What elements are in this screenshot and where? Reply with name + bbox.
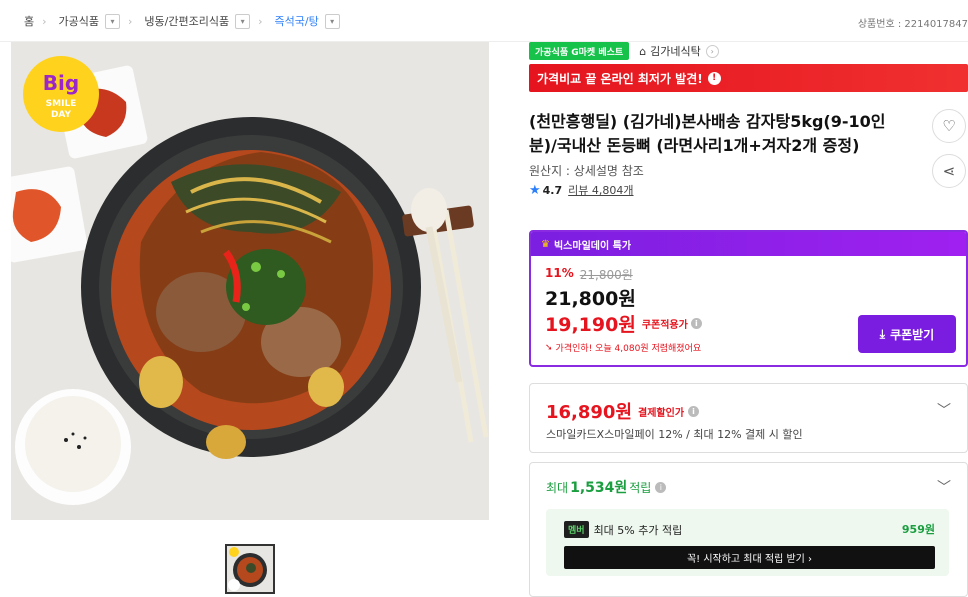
membership-row: 멤버 최대 5% 추가 적립 [564, 521, 682, 538]
gmarket-best-badge[interactable]: 가공식품 G마켓 베스트 [529, 42, 630, 60]
coupon-price-row: 19,190원 쿠폰적용가 i [545, 310, 702, 337]
big-smile-day-badge: Big SMILE DAY [23, 56, 99, 132]
chevron-down-icon[interactable]: ▾ [324, 13, 340, 29]
membership-panel: 멤버 최대 5% 추가 적립 959원 꼭! 시작하고 최대 적립 받기 › [546, 509, 949, 576]
payment-label: 결제할인가 [638, 407, 685, 419]
price-drop-text: 가격인하! 오늘 4,080원 저렴해졌어요 [555, 344, 702, 354]
store-name[interactable]: 김가네식탁 [650, 43, 701, 59]
origin-info: 원산지 : 상세설명 참조 [529, 164, 644, 178]
discount-percent: 11% [545, 266, 574, 280]
coupon-button-label: 쿠폰받기 [890, 327, 935, 342]
badge-row: 가공식품 G마켓 베스트 ⌂ 김가네식탁 › [529, 42, 719, 60]
points-prefix: 최대 [546, 480, 569, 495]
pot [81, 117, 421, 459]
home-icon: ⌂ [639, 44, 647, 58]
points-box: 최대 1,534원 적립 i ﹀ 멤버 최대 5% 추가 적립 959원 꼭! … [529, 462, 968, 597]
product-title: (천만흥행딜) (김가네)본사배송 감자탕5kg(9-10인분)/국내산 돈등뼈… [529, 112, 886, 155]
coupon-price: 19,190원 [545, 314, 636, 336]
chevron-down-icon[interactable]: ﹀ [937, 477, 951, 497]
chevron-down-icon[interactable]: ﹀ [937, 400, 951, 420]
breadcrumb-item-frozen[interactable]: 냉동/간편조리식품 ▾ › [144, 13, 274, 29]
chevron-right-icon[interactable]: › [705, 44, 719, 58]
review-count-link[interactable]: 리뷰 4,804개 [568, 182, 633, 198]
breadcrumb-item-processed-food[interactable]: 가공식품 ▾ › [59, 13, 145, 29]
rating-score: 4.7 [542, 183, 563, 197]
payment-price-row: 16,890원 결제할인가 i [546, 398, 700, 424]
sale-price: 21,800원 [545, 288, 636, 310]
price-drop-note: ➘ 가격인하! 오늘 4,080원 저렴해졌어요 [545, 341, 702, 355]
info-icon[interactable]: i [688, 405, 700, 417]
breadcrumb-separator: › [42, 14, 47, 28]
payment-price: 16,890원 [546, 402, 633, 423]
svg-text:Big: Big [43, 71, 79, 95]
original-price: 21,800원 [579, 268, 633, 282]
breadcrumb-item-instant-soup[interactable]: 즉석국/탕 ▾ [275, 13, 340, 29]
info-icon[interactable]: i [690, 318, 702, 329]
payment-description: 스마일카드X스마일페이 12% / 최대 12% 결제 시 할인 [546, 428, 803, 441]
info-icon[interactable]: i [655, 481, 667, 493]
crown-icon: ♛ [541, 238, 550, 250]
breadcrumb-item-label[interactable]: 냉동/간편조리식품 [144, 13, 229, 29]
star-icon: ★ [529, 182, 541, 198]
svg-text:SMILE: SMILE [46, 99, 77, 109]
lowest-price-banner[interactable]: 가격비교 끝 온라인 최저가 발견! ! [529, 64, 968, 92]
arrow-down-icon: ➘ [545, 342, 553, 353]
discount-row: 11% 21,800원 [545, 266, 633, 283]
breadcrumb-home[interactable]: 홈 › [24, 13, 59, 29]
breadcrumb-separator: › [258, 14, 263, 28]
thumbnail-illustration [227, 546, 273, 592]
membership-text: 최대 5% 추가 적립 [593, 523, 683, 537]
chevron-down-icon[interactable]: ▾ [235, 13, 251, 29]
points-row: 최대 1,534원 적립 i [546, 477, 667, 497]
chevron-down-icon[interactable]: ▾ [105, 13, 121, 29]
points-suffix: 적립 [629, 480, 652, 495]
lowest-price-text: 가격비교 끝 온라인 최저가 발견! [537, 71, 703, 86]
store-link[interactable]: ⌂ 김가네식탁 › [639, 43, 719, 59]
big-smile-deal-box: ♛ 빅스마일데이 특가 11% 21,800원 21,800원 19,190원 … [529, 230, 968, 367]
top-bar: 홈 › 가공식품 ▾ › 냉동/간편조리식품 ▾ › 즉석국/탕 ▾ 상품번호 : 2… [0, 0, 968, 42]
rating: ★ 4.7 리뷰 4,804개 [529, 182, 634, 198]
coupon-price-label: 쿠폰적용가 [641, 320, 688, 331]
membership-value: 959원 [901, 523, 935, 536]
thumbnail-image[interactable] [225, 544, 275, 594]
coupon-download-button[interactable]: ⤓ 쿠폰받기 [858, 315, 956, 353]
product-main-image[interactable]: Big SMILE DAY [11, 42, 489, 520]
rice-bowl [15, 389, 131, 505]
breadcrumb-item-label[interactable]: 가공식품 [59, 13, 99, 29]
info-icon[interactable]: ! [707, 71, 721, 85]
membership-tag: 멤버 [564, 521, 589, 538]
breadcrumb-item-label[interactable]: 즉석국/탕 [275, 13, 319, 29]
membership-start-button[interactable]: 꼭! 시작하고 최대 적립 받기 › [564, 546, 935, 569]
deal-header-label: 빅스마일데이 특가 [553, 240, 632, 252]
breadcrumb-home-label[interactable]: 홈 [24, 13, 34, 29]
breadcrumb-separator: › [128, 14, 133, 28]
payment-discount-box[interactable]: 16,890원 결제할인가 i 스마일카드X스마일페이 12% / 최대 12%… [529, 383, 968, 453]
breadcrumb: 홈 › 가공식품 ▾ › 냉동/간편조리식품 ▾ › 즉석국/탕 ▾ [24, 13, 340, 29]
points-amount: 1,534원 [570, 480, 628, 496]
product-number: 상품번호 : 2214017847 [857, 19, 968, 30]
heart-icon[interactable]: ♡ [932, 109, 966, 143]
deal-header: ♛ 빅스마일데이 특가 [531, 232, 966, 256]
soup-illustration: Big SMILE DAY [11, 42, 489, 520]
download-icon: ⤓ [879, 326, 886, 341]
share-icon[interactable]: ⋖ [932, 154, 966, 188]
svg-text:DAY: DAY [51, 110, 72, 120]
